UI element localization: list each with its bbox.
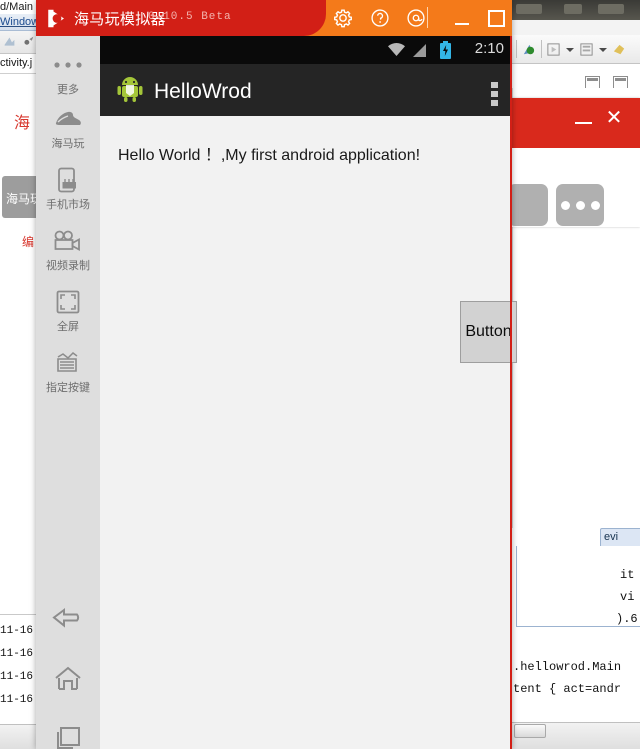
code-line: it [620,568,635,582]
ide-file-tab-label: ctivity.j [0,57,33,69]
devices-tab-label: evi [604,531,619,543]
secondary-window: ✕ [508,98,640,227]
android-statusbar: 2:10 [100,36,512,64]
dot-icon [590,200,600,210]
sidebar-item-label: 更多 [57,84,79,96]
secondary-gray-button[interactable] [508,184,548,226]
settings-button[interactable] [333,8,353,28]
ide-editor-left[interactable] [0,74,40,614]
emulator-window: 海马玩模拟器 0.10.5 Beta ✕ [36,0,517,749]
maximize-button[interactable] [488,10,505,27]
ide-status-bar-left [0,724,40,749]
logcat-line: tent { act=andr [513,682,622,696]
log-line: 11-16 [0,625,34,637]
phone-market-icon [36,167,100,193]
sidebar-item-label: 手机市场 [46,199,90,211]
ide-tool-icon-1[interactable] [3,35,16,48]
dot-icon [491,100,498,106]
ide-logcat-right[interactable] [512,640,640,722]
sidebar-item-label: 海马玩 [51,138,85,150]
wifi-icon [388,43,405,56]
signal-icon [413,44,426,57]
back-nav-button[interactable] [36,596,100,642]
ide-red-label-1: 海 [14,115,31,132]
emulator-titlebar: 海马玩模拟器 0.10.5 Beta ✕ [36,0,512,36]
search-tools-icon[interactable] [612,42,627,57]
statusbar-time: 2:10 [474,40,504,57]
log-line: 11-16 [0,671,34,683]
sidebar-item-label: 全屏 [57,321,79,333]
logcat-line: .hellowrod.Main [513,660,622,674]
page-title: HelloWrod [154,80,252,103]
ide-right-menubar[interactable] [512,20,640,36]
emulator-version: 0.10.5 Beta [148,11,232,23]
dot-icon [575,200,585,210]
toolbar-separator [541,40,542,58]
ide-tool-icon-2[interactable] [22,35,35,48]
dot-icon [491,91,498,97]
recents-nav-icon [57,727,80,749]
code-line: ).6 [616,612,638,626]
sidebar-item-label: 视频录制 [46,260,90,272]
home-nav-icon [55,666,81,690]
chevron-down-icon[interactable] [599,48,607,52]
minimize-button[interactable] [455,23,469,25]
secondary-minimize-button[interactable] [575,122,592,124]
sidebar-item-keymap[interactable]: 指定按键 [36,350,100,395]
back-nav-icon [52,608,80,628]
log-line: 11-16 [0,648,34,660]
more-dots-icon [36,52,100,78]
run-config-icon[interactable] [546,42,561,57]
fullscreen-icon [36,289,100,315]
ide-tab-underline [2,26,36,27]
app-content: Hello World ！,My first android applicati… [100,116,517,749]
emulator-sidebar: 更多 海马玩 手机市场 视频录制 全屏 指定按键 [36,36,100,749]
log-line: 11-16 [0,694,34,706]
dot-icon [491,82,498,88]
help-button[interactable] [370,8,390,28]
account-button[interactable] [406,8,426,28]
sidebar-item-video-record[interactable]: 视频录制 [36,228,100,273]
code-line: vi [620,590,635,604]
overflow-menu-button[interactable] [491,82,498,106]
ide-title-blob [516,4,542,14]
sidebar-item-phone-market[interactable]: 手机市场 [36,167,100,212]
ide-title-blob [598,4,624,14]
chevron-down-icon[interactable] [566,48,574,52]
android-screen: 2:10 HelloWrod Hello World ！,My first an… [100,36,517,749]
secondary-close-button[interactable]: ✕ [604,108,624,128]
sidebar-item-label: 指定按键 [46,382,90,394]
android-robot-icon [117,77,143,102]
app-button[interactable]: Button [460,301,517,363]
ide-window-titlebar [512,0,640,20]
android-actionbar: HelloWrod [100,64,512,116]
debug-run-icon[interactable] [521,42,536,57]
recents-nav-button[interactable] [36,716,100,749]
horizontal-scrollbar-thumb[interactable] [514,724,546,738]
screenshot-root: d/Main Window ctivity.j 海 海马玩 编 11-16 11… [0,0,640,749]
dot-icon [560,200,570,210]
more-dots-button[interactable] [556,184,604,226]
titlebar-separator [427,7,428,28]
ide-title-blob [564,4,582,14]
video-camera-icon [36,228,100,254]
ide-red-label-2: 编 [22,235,35,249]
emulator-right-edge [510,36,512,749]
toolbar-separator [516,40,517,58]
secondary-window-body [508,148,640,227]
hello-world-text: Hello World ！,My first android applicati… [118,147,421,164]
battery-charging-icon [440,41,451,59]
haimawan-logo [48,9,64,28]
keymap-icon [36,350,100,376]
shoe-icon [36,106,100,132]
sidebar-item-fullscreen[interactable]: 全屏 [36,289,100,334]
sidebar-item-more[interactable]: 更多 [36,52,100,97]
sidebar-item-haimawan[interactable]: 海马玩 [36,106,100,151]
ide-breadcrumb: d/Main [0,1,34,13]
home-nav-button[interactable] [36,656,100,702]
external-tools-icon[interactable] [579,42,594,57]
